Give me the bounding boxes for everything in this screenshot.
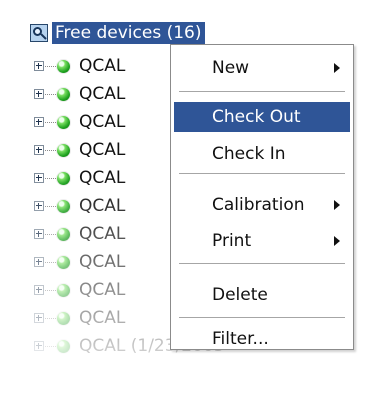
- green-status-icon: [57, 339, 70, 353]
- green-status-icon: [57, 283, 70, 297]
- menu-separator: [179, 91, 345, 92]
- tree-row-label: QCAL: [79, 196, 126, 216]
- tree-row-label: QCAL: [79, 84, 126, 104]
- tree-connector: [45, 149, 56, 151]
- green-status-icon: [57, 227, 70, 241]
- menu-item-label: Calibration: [212, 195, 305, 215]
- tree-connector: [45, 345, 56, 347]
- green-status-icon: [57, 59, 70, 73]
- tree-row[interactable]: QCAL: [34, 112, 125, 132]
- tree-row-label: QCAL: [79, 168, 126, 188]
- tree-row[interactable]: QCAL: [34, 224, 125, 244]
- tree-row[interactable]: QCAL: [34, 140, 125, 160]
- menu-separator: [179, 317, 345, 318]
- menu-separator: [179, 263, 345, 264]
- menu-item-delete[interactable]: Delete: [174, 280, 350, 310]
- tree-row-label: QCAL: [79, 140, 126, 160]
- tree-root-label: Free devices (16): [52, 22, 206, 44]
- tree-row[interactable]: QCAL: [34, 196, 125, 216]
- green-status-icon: [57, 143, 70, 157]
- submenu-arrow-icon: [334, 236, 340, 246]
- expand-icon[interactable]: [34, 285, 44, 295]
- tree-row[interactable]: QCAL: [34, 252, 125, 272]
- tree-connector: [45, 205, 56, 207]
- tree-row-label: QCAL: [79, 112, 126, 132]
- menu-item-label: Print: [212, 231, 252, 251]
- tree-row-label: QCAL: [79, 252, 126, 272]
- tree-row-label: QCAL: [79, 280, 126, 300]
- green-status-icon: [57, 171, 70, 185]
- tree-row[interactable]: QCAL: [34, 280, 125, 300]
- expand-icon[interactable]: [34, 341, 44, 351]
- expand-icon[interactable]: [34, 145, 44, 155]
- menu-item-label: New: [212, 58, 250, 78]
- tree-row-label: QCAL: [79, 56, 126, 76]
- tree-connector: [45, 65, 56, 67]
- menu-item-calibration[interactable]: Calibration: [174, 190, 350, 220]
- menu-separator: [179, 173, 345, 174]
- tree-row-label: QCAL: [79, 308, 126, 328]
- expand-icon[interactable]: [34, 229, 44, 239]
- menu-item-label: Delete: [212, 285, 268, 305]
- tree-connector: [45, 233, 56, 235]
- tree-row[interactable]: QCAL: [34, 308, 125, 328]
- menu-item-check-out[interactable]: Check Out: [174, 102, 350, 132]
- tree-connector: [45, 289, 56, 291]
- green-status-icon: [57, 115, 70, 129]
- tree-row[interactable]: QCAL: [34, 84, 125, 104]
- expand-icon[interactable]: [34, 257, 44, 267]
- tree-connector: [45, 317, 56, 319]
- tree-row[interactable]: QCAL: [34, 56, 125, 76]
- expand-icon[interactable]: [34, 89, 44, 99]
- tree-connector: [45, 93, 56, 95]
- menu-item-label: Check In: [212, 144, 286, 164]
- tree-connector: [45, 261, 56, 263]
- search-icon: [30, 24, 48, 42]
- expand-icon[interactable]: [34, 117, 44, 127]
- submenu-arrow-icon: [334, 63, 340, 73]
- tree-row-label: QCAL: [79, 224, 126, 244]
- menu-item-filter[interactable]: Filter...: [174, 324, 350, 354]
- menu-item-print[interactable]: Print: [174, 226, 350, 256]
- menu-item-label: Check Out: [212, 107, 301, 127]
- tree-root-free-devices[interactable]: Free devices (16): [30, 22, 206, 44]
- green-status-icon: [57, 311, 70, 325]
- menu-item-label: Filter...: [212, 329, 269, 349]
- green-status-icon: [57, 255, 70, 269]
- tree-connector: [45, 121, 56, 123]
- menu-item-check-in[interactable]: Check In: [174, 139, 350, 169]
- menu-item-new[interactable]: New: [174, 53, 350, 83]
- tree-connector: [45, 177, 56, 179]
- expand-icon[interactable]: [34, 61, 44, 71]
- expand-icon[interactable]: [34, 173, 44, 183]
- expand-icon[interactable]: [34, 201, 44, 211]
- tree-row[interactable]: QCAL: [34, 168, 125, 188]
- context-menu: New Check Out Check In Calibration Print…: [170, 44, 354, 350]
- expand-icon[interactable]: [34, 313, 44, 323]
- green-status-icon: [57, 87, 70, 101]
- green-status-icon: [57, 199, 70, 213]
- submenu-arrow-icon: [334, 200, 340, 210]
